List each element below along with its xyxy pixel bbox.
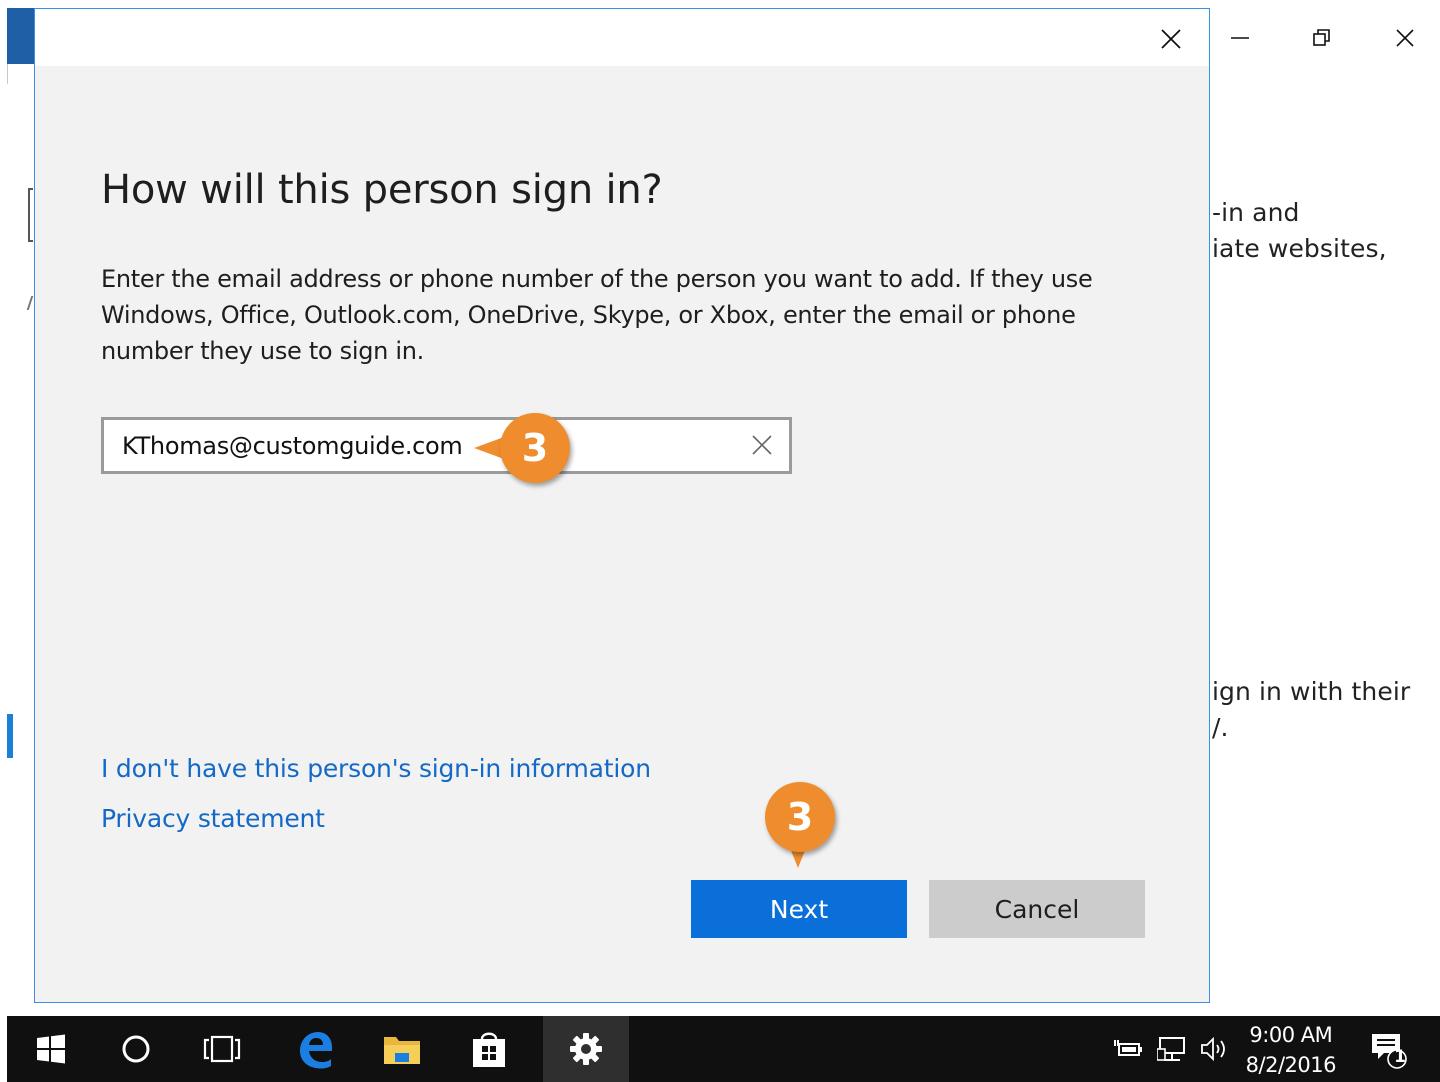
restore-icon xyxy=(1313,29,1330,46)
add-user-dialog: How will this person sign in? Enter the … xyxy=(34,8,1210,1003)
store-button[interactable] xyxy=(457,1016,521,1082)
privacy-statement-link[interactable]: Privacy statement xyxy=(101,804,325,833)
background-text-line: -in and xyxy=(1212,198,1300,227)
edge-browser-icon xyxy=(300,1032,332,1069)
dialog-heading: How will this person sign in? xyxy=(101,167,663,213)
minimize-icon xyxy=(1231,37,1249,39)
clear-input-button[interactable] xyxy=(747,430,777,460)
task-view-icon xyxy=(203,1035,241,1063)
start-button[interactable] xyxy=(19,1016,83,1082)
settings-gear-icon xyxy=(570,1033,602,1065)
task-view-button[interactable] xyxy=(190,1016,254,1082)
volume-button[interactable] xyxy=(1196,1016,1232,1082)
battery-button[interactable] xyxy=(1110,1016,1146,1082)
partial-control-edge xyxy=(28,188,33,242)
partial-glyph xyxy=(26,296,34,310)
step-callout-email: 3 xyxy=(468,410,578,486)
battery-icon xyxy=(1114,1040,1142,1056)
step-number-badge: 3 xyxy=(765,782,835,852)
close-icon xyxy=(1396,29,1414,47)
minimize-button[interactable] xyxy=(1220,18,1260,58)
no-signin-info-link[interactable]: I don't have this person's sign-in infor… xyxy=(101,754,651,783)
dialog-titlebar xyxy=(35,9,1209,66)
clock-time: 9:00 AM xyxy=(1249,1023,1333,1047)
step-callout-next: 3 xyxy=(762,780,838,878)
background-text-line: iate websites, xyxy=(1212,234,1387,263)
windows-start-icon xyxy=(37,1034,65,1064)
notification-count-badge: 1 xyxy=(1394,1047,1406,1067)
selected-nav-indicator xyxy=(7,714,13,758)
window-close-button[interactable] xyxy=(1385,18,1425,58)
restore-button[interactable] xyxy=(1302,18,1342,58)
file-explorer-button[interactable] xyxy=(370,1016,434,1082)
edge-browser-button[interactable] xyxy=(283,1016,347,1082)
settings-window-edge xyxy=(7,64,8,84)
volume-icon xyxy=(1201,1036,1225,1062)
taskbar: 9:00 AM 8/2/2016 1 xyxy=(7,1016,1440,1082)
search-button[interactable] xyxy=(104,1016,168,1082)
next-button[interactable]: Next xyxy=(691,880,907,938)
clock-date: 8/2/2016 xyxy=(1245,1053,1337,1077)
action-center-button[interactable]: 1 xyxy=(1365,1016,1411,1082)
taskbar-clock[interactable]: 9:00 AM 8/2/2016 xyxy=(1245,1020,1337,1080)
file-explorer-icon xyxy=(384,1037,420,1064)
clear-x-icon xyxy=(752,435,772,455)
settings-nav-strip xyxy=(7,8,35,64)
settings-app-button[interactable] xyxy=(543,1016,629,1082)
store-icon xyxy=(473,1032,505,1067)
dialog-close-button[interactable] xyxy=(1151,19,1191,59)
network-button[interactable] xyxy=(1154,1016,1190,1082)
search-circle-icon xyxy=(122,1035,150,1063)
cancel-button[interactable]: Cancel xyxy=(929,880,1145,938)
network-icon xyxy=(1157,1037,1185,1061)
email-input[interactable] xyxy=(104,420,724,471)
background-text-line: /. xyxy=(1212,713,1229,742)
step-number-badge: 3 xyxy=(500,413,570,483)
email-field[interactable] xyxy=(101,417,792,474)
close-icon xyxy=(1161,29,1181,49)
dialog-description: Enter the email address or phone number … xyxy=(101,265,1093,365)
background-text-line: ign in with their xyxy=(1212,677,1411,706)
